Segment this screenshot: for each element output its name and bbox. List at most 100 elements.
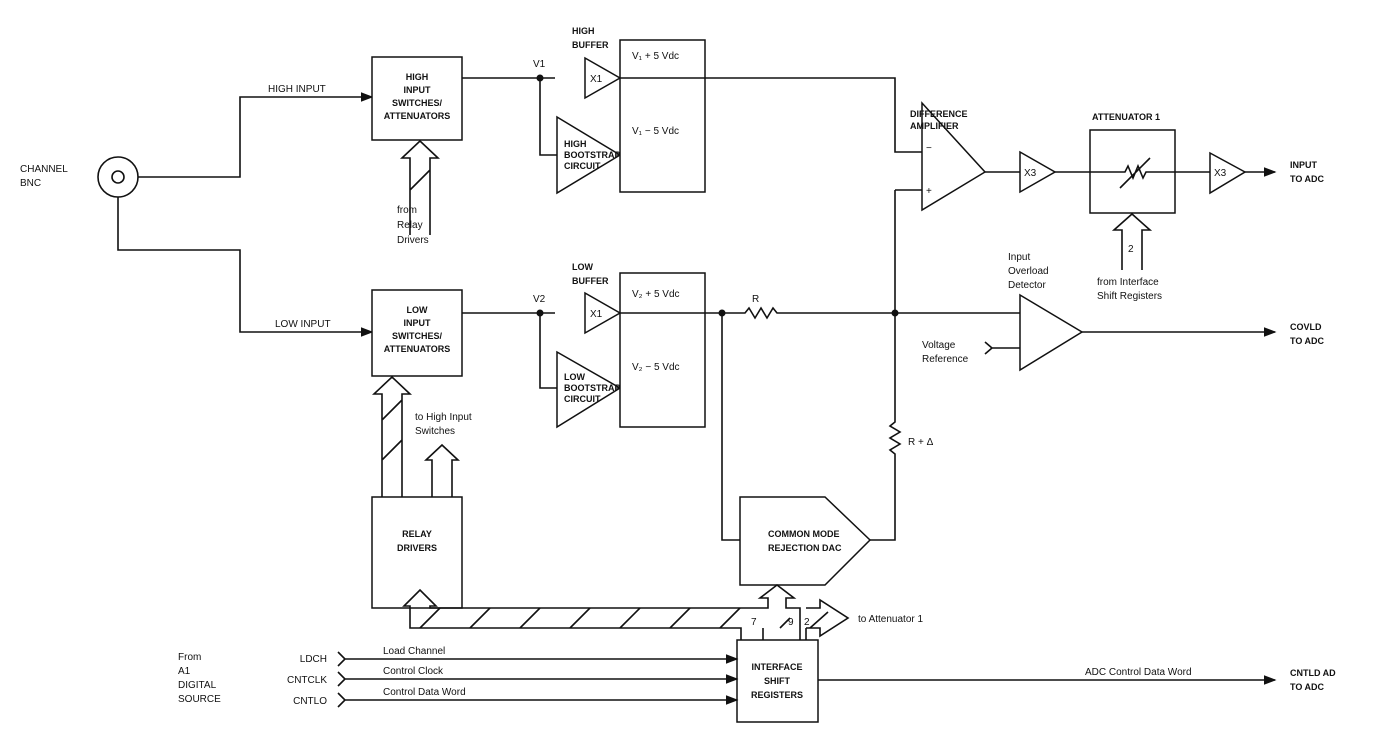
low-sw-label: ATTENUATORS — [384, 344, 451, 354]
x3-label: X3 — [1214, 168, 1227, 179]
cmr-dac — [739, 496, 872, 586]
to-attenuator-label: to Attenuator 1 — [858, 614, 923, 625]
signal-name: CNTLO — [293, 696, 327, 707]
dac-label: REJECTION DAC — [768, 543, 842, 553]
from-relay-label: Drivers — [397, 235, 429, 246]
v2-node — [536, 309, 544, 317]
covld-label: TO ADC — [1290, 336, 1325, 346]
signal-name: CNTCLK — [287, 675, 327, 686]
high-input-label: HIGH INPUT — [268, 84, 326, 95]
channel-label: CHANNEL — [20, 164, 68, 175]
overload-label: Input — [1008, 252, 1030, 263]
dac-label: COMMON MODE — [768, 529, 840, 539]
signal-name: LDCH — [300, 654, 327, 665]
from-relay-label: from — [397, 205, 417, 216]
low-buffer-gain: X1 — [590, 309, 603, 320]
signal-cntlo: CNTLO Control Data Word — [293, 687, 737, 707]
signal-desc: Load Channel — [383, 646, 445, 657]
bus-hatching — [419, 607, 829, 629]
isr-label: REGISTERS — [751, 690, 803, 700]
high-buffer-label: HIGH — [572, 26, 595, 36]
adc-word-label: ADC Control Data Word — [1085, 667, 1192, 678]
high-sw-label: ATTENUATORS — [384, 111, 451, 121]
diff-amp-label: DIFFERENCE — [910, 109, 968, 119]
high-sw-label: SWITCHES/ — [392, 98, 443, 108]
source-label: DIGITAL — [178, 680, 217, 691]
signal-ldch: LDCH Load Channel — [300, 646, 737, 666]
channel-label-2: BNC — [20, 178, 41, 189]
block-diagram: CHANNEL BNC HIGH INPUT LOW INPUT HIGH IN… — [20, 26, 1336, 723]
from-isr-label: from Interface — [1097, 277, 1159, 288]
high-boot-label: BOOTSTRAP — [564, 150, 621, 160]
x3-label: X3 — [1024, 168, 1037, 179]
r-label: R — [752, 294, 759, 305]
signal-desc: Control Data Word — [383, 687, 466, 698]
v1-plus-label: V₁ + 5 Vdc — [632, 51, 679, 62]
overload-label: Overload — [1008, 266, 1049, 277]
bus-bits-7: 7 — [751, 617, 757, 628]
att-bits-label: 2 — [1128, 244, 1134, 255]
v1-wire — [462, 77, 557, 156]
v2-label: V2 — [533, 294, 546, 305]
high-buffer-gain: X1 — [590, 74, 603, 85]
low-input-label: LOW INPUT — [275, 319, 331, 330]
vref-input — [984, 341, 1020, 355]
relay-to-low-arrow-icon — [371, 375, 413, 497]
vref-label: Voltage — [922, 340, 956, 351]
input-to-adc-label: TO ADC — [1290, 174, 1325, 184]
isr-label: SHIFT — [764, 676, 791, 686]
high-boot-label: HIGH — [564, 139, 587, 149]
att-control-arrow-icon — [1111, 212, 1153, 270]
covld-label: COVLD — [1290, 322, 1322, 332]
bus-bits-2: 2 — [804, 617, 810, 628]
to-high-sw-label: Switches — [415, 426, 455, 437]
source-label: SOURCE — [178, 694, 221, 705]
vref-label: Reference — [922, 354, 969, 365]
low-boot-label: BOOTSTRAP — [564, 383, 621, 393]
r-delta-label: R + Δ — [908, 437, 934, 448]
v2-wire — [462, 312, 557, 389]
channel-bnc — [97, 156, 139, 198]
low-sw-label: SWITCHES/ — [392, 331, 443, 341]
source-label: A1 — [178, 666, 191, 677]
low-input-wire — [117, 197, 374, 337]
relay-to-high-arrow-icon — [423, 443, 461, 497]
isr-label: INTERFACE — [751, 662, 802, 672]
low-boot-label: CIRCUIT — [564, 394, 601, 404]
low-boot-label: LOW — [564, 372, 585, 382]
overload-detector — [1019, 293, 1084, 372]
relay-label: DRIVERS — [397, 543, 437, 553]
source-label: From — [178, 652, 201, 663]
r-delta-wire — [870, 190, 902, 541]
from-relay-label: Relay — [397, 220, 423, 231]
v2-minus-label: V₂ − 5 Vdc — [632, 362, 680, 373]
signal-cntclk: CNTCLK Control Clock — [287, 666, 737, 686]
minus-label: − — [926, 143, 932, 154]
overload-label: Detector — [1008, 280, 1046, 291]
signal-desc: Control Clock — [383, 666, 444, 677]
low-buffer-label: BUFFER — [572, 276, 609, 286]
cntld-label: CNTLD AD — [1290, 668, 1336, 678]
control-bus-arrow-icon — [402, 583, 850, 640]
diff-amp-label: AMPLIFIER — [910, 121, 959, 131]
high-buffer-label: BUFFER — [572, 40, 609, 50]
v2-plus-label: V₂ + 5 Vdc — [632, 289, 680, 300]
v1-label: V1 — [533, 59, 546, 70]
v1-minus-label: V₁ − 5 Vdc — [632, 126, 679, 137]
high-supply-box — [619, 39, 706, 193]
v1-node — [536, 74, 544, 82]
low-sw-label: LOW — [407, 305, 428, 315]
plus-label: + — [926, 186, 932, 197]
bus-bits-9: 9 — [788, 617, 794, 628]
dac-feed-wire — [721, 313, 740, 541]
high-input-wire — [138, 92, 374, 178]
high-boot-label: CIRCUIT — [564, 161, 601, 171]
attenuator-label: ATTENUATOR 1 — [1092, 112, 1160, 122]
cntld-label: TO ADC — [1290, 682, 1325, 692]
to-high-sw-label: to High Input — [415, 412, 472, 423]
relay-label: RELAY — [402, 529, 432, 539]
from-isr-label: Shift Registers — [1097, 291, 1162, 302]
high-sw-label: INPUT — [404, 85, 432, 95]
input-to-adc-label: INPUT — [1290, 160, 1318, 170]
high-sw-label: HIGH — [406, 72, 429, 82]
